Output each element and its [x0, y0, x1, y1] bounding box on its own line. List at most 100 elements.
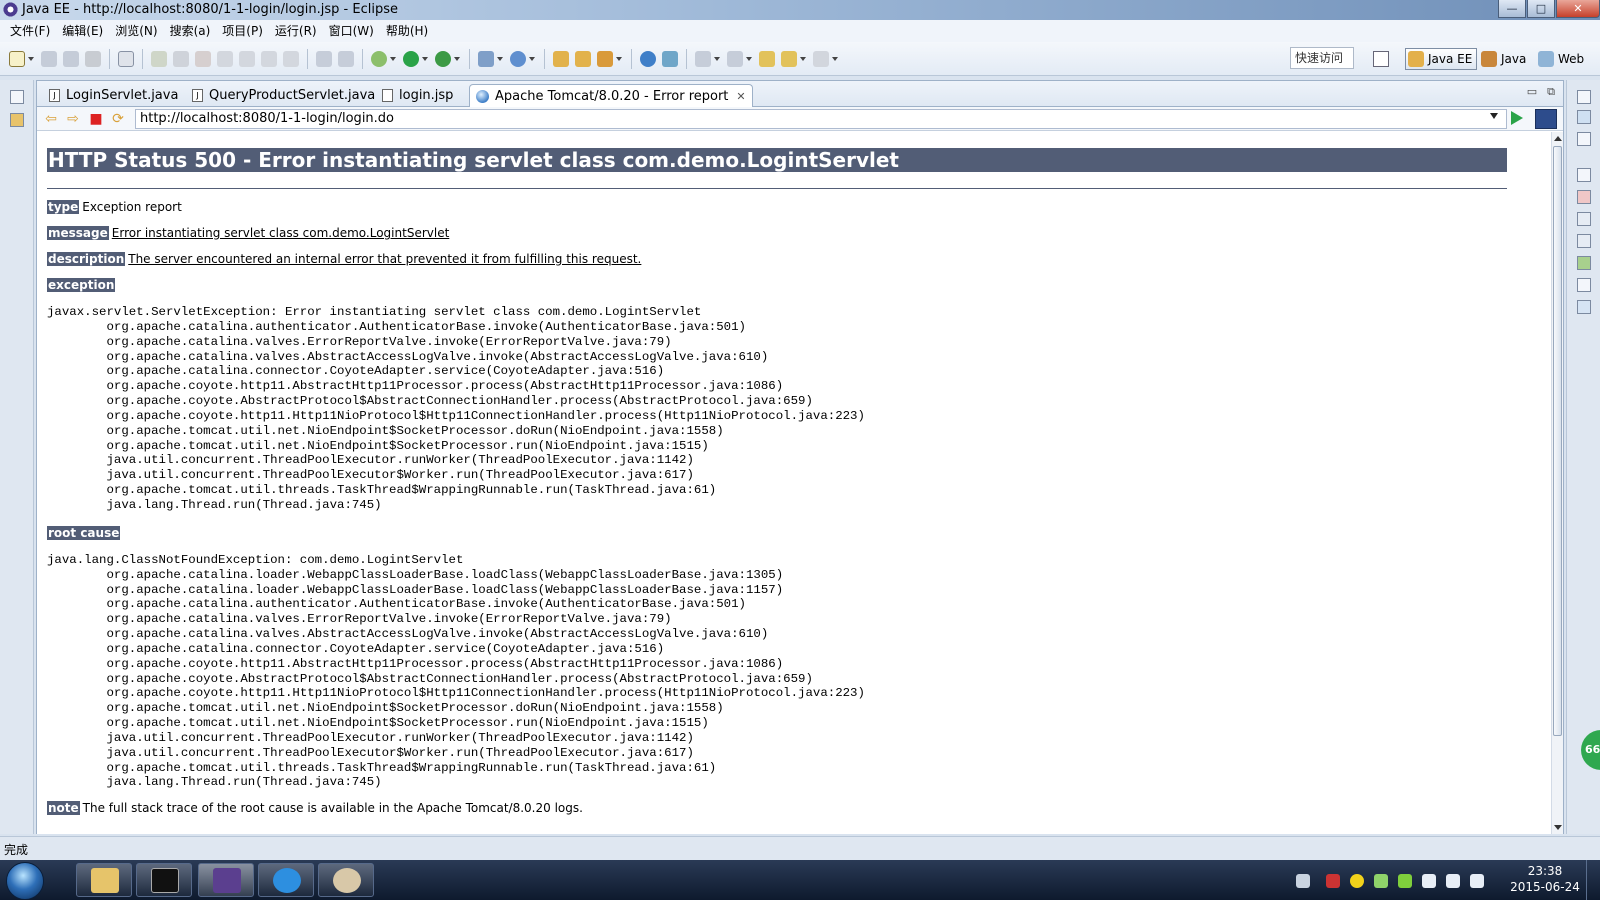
- maximize-editor-icon[interactable]: ⧉: [1547, 85, 1555, 99]
- previous-annotation-icon[interactable]: [727, 50, 743, 67]
- new-class-dropdown-arrow[interactable]: [529, 56, 535, 61]
- restore-icon[interactable]: [10, 90, 24, 104]
- new-icon[interactable]: [9, 50, 25, 67]
- restore-icon[interactable]: [1577, 168, 1591, 182]
- sync-icon[interactable]: [662, 50, 678, 67]
- step-return-icon[interactable]: [283, 50, 299, 67]
- url-history-dropdown-icon[interactable]: [1490, 113, 1498, 119]
- antivirus-icon[interactable]: [1374, 874, 1388, 888]
- open-perspective-icon[interactable]: [1373, 51, 1389, 67]
- tab-login-jsp[interactable]: login.jsp: [376, 84, 459, 107]
- show-desktop-button[interactable]: [1586, 860, 1600, 900]
- console-icon[interactable]: [1577, 300, 1591, 314]
- menu-edit[interactable]: 编辑(E): [56, 20, 109, 42]
- back-arrow-icon[interactable]: ⇦: [43, 111, 59, 127]
- step-over-icon[interactable]: [261, 50, 277, 67]
- next-annotation-icon[interactable]: [695, 50, 711, 67]
- close-button[interactable]: ✕: [1556, 0, 1600, 18]
- taskbar-eclipse[interactable]: [198, 863, 254, 897]
- snippets-icon[interactable]: [1577, 278, 1591, 292]
- print-icon[interactable]: [85, 50, 101, 67]
- terminate-icon[interactable]: [195, 50, 211, 67]
- network-signal-icon[interactable]: [1446, 874, 1460, 888]
- task-list-icon[interactable]: [1577, 132, 1591, 146]
- tab-loginservlet-java[interactable]: J LoginServlet.java: [43, 84, 184, 107]
- new-class-icon[interactable]: [510, 50, 526, 67]
- run-dropdown-arrow[interactable]: [422, 56, 428, 61]
- next-annotation-dropdown-arrow[interactable]: [714, 56, 720, 61]
- servers-icon[interactable]: [1577, 234, 1591, 248]
- taskbar-paint[interactable]: [318, 863, 374, 897]
- restore-icon[interactable]: [1577, 90, 1591, 104]
- save-all-icon[interactable]: [63, 50, 79, 67]
- use-step-filters-icon[interactable]: [316, 50, 332, 67]
- back-icon[interactable]: [781, 50, 797, 67]
- open-web-browser-icon[interactable]: [640, 50, 656, 67]
- device-icon[interactable]: [1422, 874, 1436, 888]
- disconnect-icon[interactable]: [217, 50, 233, 67]
- debug-dropdown-arrow[interactable]: [390, 56, 396, 61]
- run-server-icon[interactable]: [435, 50, 451, 67]
- vertical-scrollbar[interactable]: [1551, 132, 1563, 834]
- scrollbar-thumb[interactable]: [1553, 146, 1562, 736]
- stop-icon[interactable]: ■: [88, 111, 104, 127]
- outline-icon[interactable]: [1577, 110, 1591, 124]
- previous-annotation-dropdown-arrow[interactable]: [746, 56, 752, 61]
- menu-run[interactable]: 运行(R): [269, 20, 323, 42]
- keyboard-icon[interactable]: [1296, 874, 1310, 888]
- suspend-icon[interactable]: [173, 50, 189, 67]
- new-server-icon[interactable]: [478, 50, 494, 67]
- taskbar-cmd[interactable]: [136, 863, 192, 897]
- minimize-button[interactable]: —: [1498, 0, 1526, 18]
- run-server-dropdown-arrow[interactable]: [454, 56, 460, 61]
- new-dropdown-arrow[interactable]: [28, 56, 34, 61]
- taskbar-explorer[interactable]: [76, 863, 132, 897]
- perspective-web[interactable]: Web: [1536, 48, 1588, 70]
- data-source-explorer-icon[interactable]: [1577, 256, 1591, 270]
- menu-help[interactable]: 帮助(H): [380, 20, 434, 42]
- last-edit-location-icon[interactable]: [759, 50, 775, 67]
- step-into-icon[interactable]: [239, 50, 255, 67]
- forward-dropdown-arrow[interactable]: [832, 56, 838, 61]
- security-icon[interactable]: [1326, 874, 1340, 888]
- new-server-dropdown-arrow[interactable]: [497, 56, 503, 61]
- run-icon[interactable]: [403, 50, 419, 67]
- forward-arrow-icon[interactable]: ⇨: [65, 111, 81, 127]
- perspective-java-ee[interactable]: Java EE: [1405, 48, 1478, 70]
- back-dropdown-arrow[interactable]: [800, 56, 806, 61]
- volume-icon[interactable]: [1470, 874, 1484, 888]
- close-tab-icon[interactable]: ✕: [736, 90, 745, 103]
- resume-icon[interactable]: [151, 50, 167, 67]
- menu-file[interactable]: 文件(F): [4, 20, 56, 42]
- debug-icon[interactable]: [371, 50, 387, 67]
- properties-icon[interactable]: [1577, 212, 1591, 226]
- open-type-icon[interactable]: [553, 50, 569, 67]
- menu-navigate[interactable]: 浏览(N): [109, 20, 163, 42]
- search-dropdown-arrow[interactable]: [616, 56, 622, 61]
- scroll-up-arrow-icon[interactable]: [1554, 136, 1562, 141]
- refresh-icon[interactable]: ⟳: [110, 111, 126, 127]
- start-button[interactable]: [6, 862, 44, 900]
- tab-tomcat-error-report[interactable]: Apache Tomcat/8.0.20 - Error report ✕: [469, 84, 753, 107]
- search-icon[interactable]: [597, 50, 613, 67]
- markers-icon[interactable]: [1577, 190, 1591, 204]
- quick-access-input[interactable]: 快速访问: [1290, 47, 1354, 69]
- menu-window[interactable]: 窗口(W): [323, 20, 380, 42]
- nvidia-icon[interactable]: [1398, 874, 1412, 888]
- taskbar-browser[interactable]: [258, 863, 314, 897]
- url-input[interactable]: http://localhost:8080/1-1-login/login.do: [135, 109, 1507, 129]
- maximize-button[interactable]: □: [1527, 0, 1555, 18]
- save-icon[interactable]: [41, 50, 57, 67]
- menu-project[interactable]: 项目(P): [216, 20, 269, 42]
- forward-icon[interactable]: [813, 50, 829, 67]
- go-icon[interactable]: [1511, 111, 1523, 125]
- perspective-java[interactable]: Java: [1479, 48, 1530, 70]
- package-explorer-icon[interactable]: [10, 113, 24, 127]
- update-icon[interactable]: [1350, 874, 1364, 888]
- taskbar-clock[interactable]: 23:38 2015-06-24: [1510, 863, 1580, 895]
- open-task-icon[interactable]: [575, 50, 591, 67]
- skip-breakpoints-icon[interactable]: [118, 50, 134, 67]
- tab-queryproductservlet-java[interactable]: J QueryProductServlet.java: [186, 84, 381, 107]
- drop-to-frame-icon[interactable]: [338, 50, 354, 67]
- minimize-editor-icon[interactable]: ▭: [1527, 85, 1537, 99]
